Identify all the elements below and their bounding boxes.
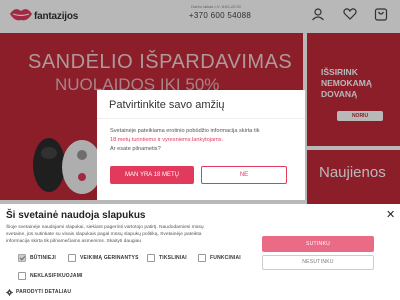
divider — [97, 118, 305, 119]
checkbox-label: NEKLASIFIKUOJAMI — [30, 273, 83, 279]
modal-highlight: 18 metų turintiems ir vyresniems lankyto… — [110, 137, 224, 143]
deny-age-button[interactable]: NE — [201, 166, 287, 184]
confirm-age-button[interactable]: MAN YRA 18 METŲ — [110, 166, 194, 184]
decline-cookies-button[interactable]: NESUTINKU — [262, 255, 374, 270]
cookie-consent-panel: Ši svetainė naudoja slapukus ✕ Šioje sve… — [0, 204, 400, 300]
show-details-toggle[interactable]: PARODYTI DETALIAU — [6, 288, 71, 296]
accept-cookies-button[interactable]: SUTINKU — [262, 236, 374, 252]
checkbox[interactable] — [18, 272, 26, 280]
checkbox-label: BŪTINIEJI — [30, 255, 56, 261]
age-verification-modal: Patvirtinkite savo amžių Svetainėje pate… — [97, 90, 305, 200]
gear-icon — [6, 288, 13, 296]
checkbox[interactable] — [18, 254, 26, 262]
close-icon[interactable]: ✕ — [386, 208, 395, 221]
checkbox[interactable] — [147, 254, 155, 262]
cookie-text[interactable]: informacija skirta tik pilnamečiams asme… — [6, 239, 256, 245]
modal-question: Ar esate pilnametis? — [110, 146, 161, 152]
modal-text: Svetainėje pateikiama erotinio pobūdžio … — [110, 128, 260, 134]
cookie-option-functional[interactable]: FUNKCINIAI — [198, 254, 241, 262]
cookie-option-performance[interactable]: VEIKIMĄ GERINANTYS — [68, 254, 139, 262]
checkbox-label: VEIKIMĄ GERINANTYS — [80, 255, 139, 261]
checkbox-label: FUNKCINIAI — [210, 255, 241, 261]
checkbox[interactable] — [68, 254, 76, 262]
cookie-option-targeting[interactable]: TIKSLINIAI — [147, 254, 187, 262]
cookie-title: Ši svetainė naudoja slapukus — [6, 210, 146, 221]
checkbox[interactable] — [198, 254, 206, 262]
cookie-option-unclassified[interactable]: NEKLASIFIKUOJAMI — [18, 272, 83, 280]
cookie-text: svetaine, jūs sutinkate su visais slapuk… — [6, 232, 202, 237]
modal-title: Patvirtinkite savo amžių — [109, 99, 225, 111]
checkbox-label: TIKSLINIAI — [159, 255, 187, 261]
cookie-option-necessary[interactable]: BŪTINIEJI — [18, 254, 56, 262]
details-label: PARODYTI DETALIAU — [16, 289, 72, 295]
cookie-text: Šioje svetainėje naudojami slapukai, sie… — [6, 225, 204, 230]
